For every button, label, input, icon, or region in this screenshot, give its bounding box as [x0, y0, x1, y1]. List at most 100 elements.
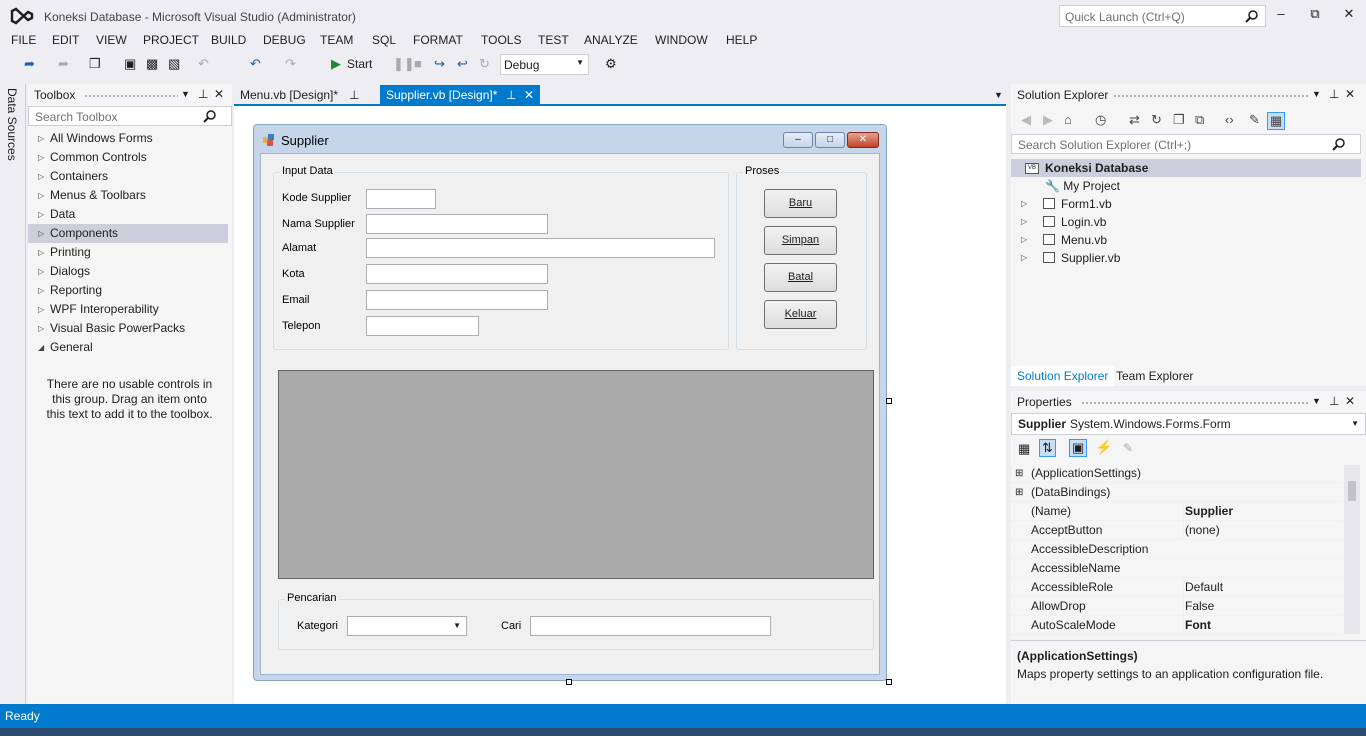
- attach-icon[interactable]: ⚙: [605, 56, 617, 72]
- menu-team[interactable]: TEAM: [320, 33, 353, 47]
- solution-search-input[interactable]: Search Solution Explorer (Ctrl+;): [1011, 134, 1361, 154]
- email-input[interactable]: [366, 290, 548, 310]
- menu-build[interactable]: BUILD: [211, 33, 246, 47]
- tree-item-my-project[interactable]: 🔧 My Project: [1045, 177, 1120, 195]
- property-value[interactable]: (none): [1183, 521, 1341, 540]
- baru-button[interactable]: Baru: [764, 189, 837, 218]
- tree-item-solution-root[interactable]: VB Koneksi Database: [1011, 159, 1361, 177]
- tab-solution-explorer[interactable]: Solution Explorer: [1011, 366, 1115, 386]
- menu-project[interactable]: PROJECT: [143, 33, 199, 47]
- dropdown-icon[interactable]: ▼: [181, 89, 190, 99]
- start-icon[interactable]: ▶: [331, 56, 341, 72]
- tree-item-login[interactable]: ▷ Login.vb: [1021, 213, 1221, 231]
- restore-icon[interactable]: ⧉: [1304, 6, 1326, 24]
- pin-icon[interactable]: ⊥: [198, 87, 208, 101]
- tree-item-supplier[interactable]: ▷ Supplier.vb: [1021, 249, 1221, 267]
- toolbox-item-menus-toolbars[interactable]: ▷ Menus & Toolbars: [28, 186, 228, 205]
- menu-file[interactable]: FILE: [11, 33, 36, 47]
- dropdown-icon[interactable]: ▼: [1312, 396, 1321, 406]
- property-value[interactable]: Default: [1183, 578, 1341, 597]
- toolbox-item-reporting[interactable]: ▷ Reporting: [28, 281, 228, 300]
- stop-icon[interactable]: ■: [414, 56, 422, 71]
- categorized-icon[interactable]: ▦: [1018, 441, 1030, 457]
- properties-icon[interactable]: ✎: [1249, 112, 1260, 128]
- minimize-icon[interactable]: –: [1270, 6, 1292, 24]
- expand-icon[interactable]: ⊞: [1015, 464, 1023, 483]
- properties-scrollbar[interactable]: [1344, 465, 1360, 634]
- simpan-button[interactable]: Simpan: [764, 226, 837, 255]
- tree-item-menu[interactable]: ▷ Menu.vb: [1021, 231, 1221, 249]
- forward-icon[interactable]: ▶: [1043, 112, 1053, 128]
- menu-window[interactable]: WINDOW: [655, 33, 708, 47]
- quick-launch-input[interactable]: Quick Launch (Ctrl+Q): [1059, 5, 1266, 27]
- view-designer-icon[interactable]: ▦: [1267, 112, 1286, 130]
- dropdown-icon[interactable]: ▼: [1312, 89, 1321, 99]
- kota-input[interactable]: [366, 264, 548, 284]
- property-row[interactable]: AcceptButton (none): [1011, 521, 1341, 540]
- back-icon[interactable]: ◀: [1021, 112, 1031, 128]
- scrollbar-thumb[interactable]: [1348, 481, 1356, 501]
- tree-item-form1[interactable]: ▷ Form1.vb: [1021, 195, 1221, 213]
- menu-view[interactable]: VIEW: [96, 33, 127, 47]
- property-value[interactable]: Font: [1183, 616, 1341, 635]
- pin-icon[interactable]: ⊥: [349, 85, 359, 105]
- refresh-icon[interactable]: ↻: [1151, 112, 1162, 128]
- alphabetical-icon[interactable]: ⇅: [1039, 439, 1056, 457]
- menu-debug[interactable]: DEBUG: [263, 33, 306, 47]
- close-icon[interactable]: ✕: [1338, 6, 1360, 24]
- toolbox-item-general[interactable]: ◢ General: [28, 338, 228, 357]
- property-value[interactable]: False: [1183, 597, 1341, 616]
- batal-button[interactable]: Batal: [764, 263, 837, 292]
- menu-analyze[interactable]: ANALYZE: [584, 33, 638, 47]
- cut-icon[interactable]: ↶: [198, 56, 209, 72]
- forward-icon[interactable]: ➦: [58, 56, 69, 72]
- telepon-input[interactable]: [366, 316, 479, 336]
- property-pages-icon[interactable]: ✎: [1123, 441, 1133, 455]
- pin-icon[interactable]: ⊥: [1329, 394, 1339, 408]
- property-row[interactable]: ⊞ (DataBindings): [1011, 483, 1341, 502]
- toolbox-search-input[interactable]: Search Toolbox: [28, 106, 232, 126]
- open-file-icon[interactable]: ▣: [124, 56, 136, 72]
- expand-icon[interactable]: ⊞: [1015, 483, 1023, 502]
- step-over-icon[interactable]: ↩: [457, 56, 468, 72]
- save-all-icon[interactable]: ▧: [168, 56, 180, 72]
- toolbox-item-printing[interactable]: ▷ Printing: [28, 243, 228, 262]
- toolbox-item-containers[interactable]: ▷ Containers: [28, 167, 228, 186]
- tab-team-explorer[interactable]: Team Explorer: [1110, 366, 1199, 386]
- pin-icon[interactable]: ⊥: [506, 85, 516, 105]
- pause-icon[interactable]: ❚❚: [393, 56, 415, 72]
- toolbox-empty-message[interactable]: There are no usable controls in this gro…: [42, 377, 217, 422]
- events-icon[interactable]: ⚡: [1095, 439, 1112, 456]
- data-grid-view[interactable]: [278, 370, 874, 579]
- tab-dropdown-icon[interactable]: ▼: [994, 90, 1003, 100]
- close-icon[interactable]: ✕: [524, 85, 534, 105]
- view-code-icon[interactable]: ‹›: [1225, 112, 1234, 127]
- properties-view-icon[interactable]: ▣: [1069, 439, 1088, 457]
- resize-handle-bottom[interactable]: [566, 679, 572, 685]
- menu-help[interactable]: HELP: [726, 33, 757, 47]
- undo-icon[interactable]: ↶: [250, 56, 261, 72]
- form-maximize-icon[interactable]: □: [815, 132, 845, 148]
- toolbox-item-dialogs[interactable]: ▷ Dialogs: [28, 262, 228, 281]
- property-row[interactable]: ⊞ (ApplicationSettings): [1011, 464, 1341, 483]
- toolbox-item-components[interactable]: ▷ Components: [28, 224, 228, 243]
- property-row[interactable]: AutoScaleMode Font: [1011, 616, 1341, 635]
- cari-input[interactable]: [530, 616, 771, 636]
- property-row[interactable]: AccessibleRole Default: [1011, 578, 1341, 597]
- menu-edit[interactable]: EDIT: [52, 33, 79, 47]
- property-row[interactable]: AccessibleDescription: [1011, 540, 1341, 559]
- kategori-select[interactable]: ▼: [347, 616, 467, 636]
- new-project-icon[interactable]: ❒: [89, 56, 101, 72]
- toolbox-item-all-windows-forms[interactable]: ▷ All Windows Forms: [28, 129, 228, 148]
- tab-menu-design[interactable]: Menu.vb [Design]* ⊥: [234, 85, 370, 105]
- restart-icon[interactable]: ↻: [479, 56, 490, 72]
- property-value[interactable]: Supplier: [1183, 502, 1341, 521]
- show-all-files-icon[interactable]: ⧉: [1195, 112, 1204, 128]
- resize-handle-corner[interactable]: [886, 679, 892, 685]
- form-close-icon[interactable]: ✕: [847, 132, 879, 148]
- supplier-form[interactable]: Supplier – □ ✕ Input Data Kode Supplier …: [253, 124, 887, 681]
- menu-sql[interactable]: SQL: [372, 33, 396, 47]
- menu-tools[interactable]: TOOLS: [481, 33, 521, 47]
- step-into-icon[interactable]: ↪: [434, 56, 445, 72]
- start-button[interactable]: Start: [347, 57, 372, 71]
